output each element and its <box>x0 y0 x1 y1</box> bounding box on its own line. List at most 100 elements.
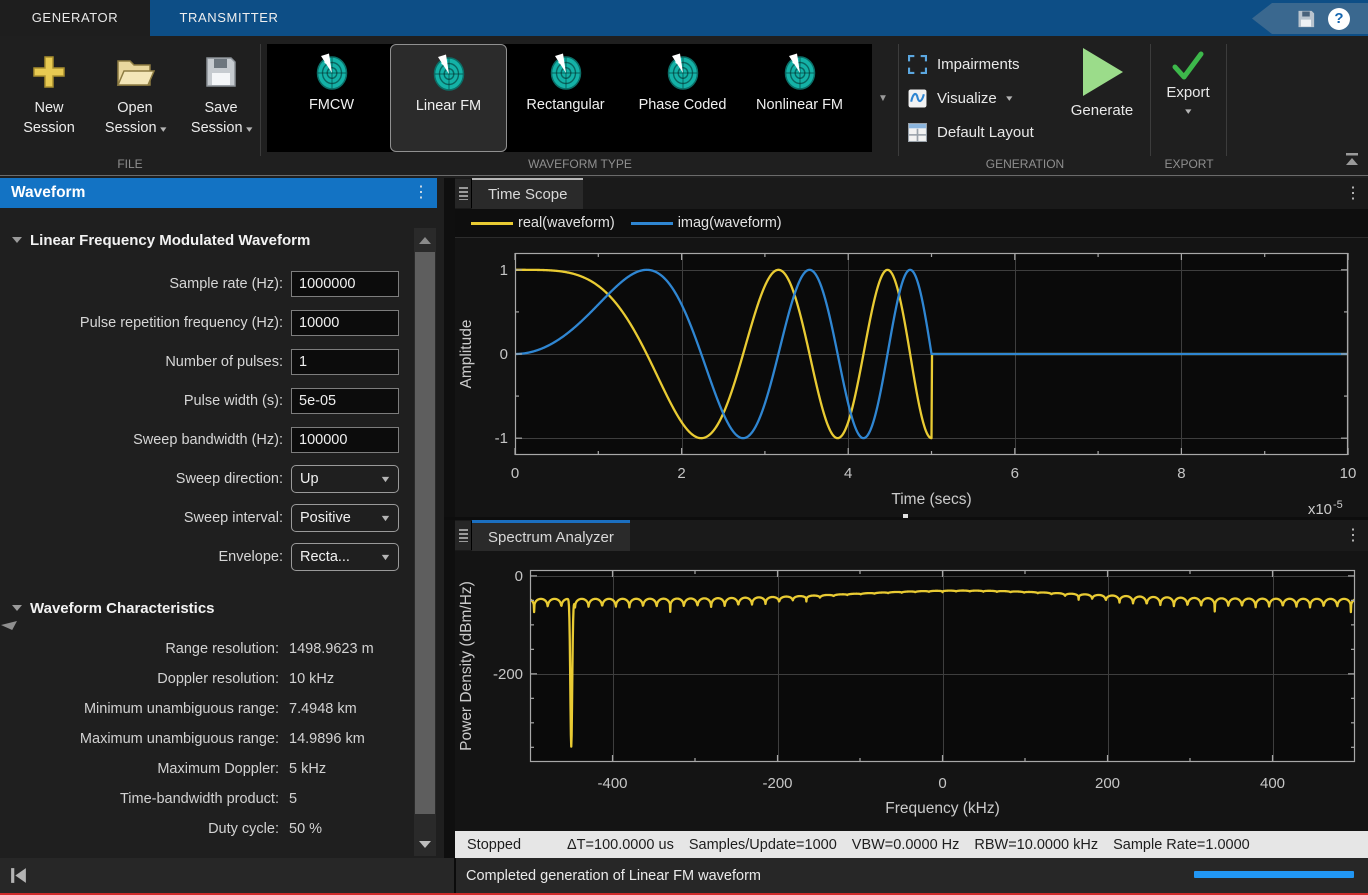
characteristic-row: Range resolution: 1498.9623 m <box>0 634 414 664</box>
characteristic-value: 10 kHz <box>289 671 334 687</box>
characteristic-label: Maximum unambiguous range: <box>0 731 279 747</box>
form-row: Sweep interval: Positive▼ <box>0 498 414 537</box>
parameter-form: Sample rate (Hz):Pulse repetition freque… <box>0 264 414 576</box>
collapse-ribbon-button[interactable] <box>1344 152 1360 172</box>
tab-generator[interactable]: GENERATOR <box>0 0 150 36</box>
radar-icon <box>431 54 467 92</box>
tab-spectrum-analyzer[interactable]: Spectrum Analyzer <box>472 520 630 551</box>
button-label: Save <box>178 98 264 118</box>
characteristic-row: Maximum Doppler:5 kHz <box>0 754 414 784</box>
drag-grip-icon[interactable] <box>455 521 472 550</box>
lfm-section-header[interactable]: Linear Frequency Modulated Waveform <box>12 228 414 252</box>
legend-swatch <box>471 222 513 225</box>
characteristic-value: 5 <box>289 791 297 807</box>
tab-time-scope[interactable]: Time Scope <box>472 178 583 209</box>
characteristics-list: Range resolution: 1498.9623 m Doppler reso… <box>0 634 414 844</box>
parameter-input[interactable] <box>291 310 399 336</box>
status-message: Completed generation of Linear FM wavefo… <box>466 868 761 884</box>
characteristic-row: Time-bandwidth product: 5 <box>0 784 414 814</box>
time-scope-plot[interactable] <box>455 238 1368 517</box>
panel-scrollbar[interactable] <box>414 228 436 856</box>
drag-grip-icon[interactable] <box>455 179 472 208</box>
waveform-type-phase-coded[interactable]: Phase Coded <box>624 44 741 152</box>
button-label: Session ▾ <box>178 118 264 139</box>
spectrum-status-item: ΔT=100.0000 us <box>567 837 674 853</box>
panel-title: Waveform <box>11 178 85 208</box>
button-label: Visualize <box>937 90 997 107</box>
characteristic-label: Doppler resolution: <box>0 671 279 687</box>
waveform-type-gallery: FMCW Linear FM Rectangular <box>267 44 872 152</box>
ribbon: New Session Open Session ▾ <box>0 36 1368 176</box>
section-divider <box>1226 44 1227 156</box>
skip-to-start-icon[interactable] <box>9 866 28 885</box>
characteristic-label: Range resolution: <box>0 641 279 657</box>
parameter-dropdown[interactable]: Positive▼ <box>291 504 399 532</box>
impairments-button[interactable]: Impairments <box>908 50 1020 78</box>
tab-transmitter[interactable]: TRANSMITTER <box>150 0 308 36</box>
play-icon <box>1079 46 1125 98</box>
characteristic-value: 1498.9623 m <box>289 641 374 657</box>
waveform-panel: Waveform ⋮ Linear Frequency Modulated Wa… <box>0 178 444 858</box>
characteristic-row: Maximum unambiguous range: 14.9896 km <box>0 724 414 754</box>
button-label: Session <box>6 118 92 138</box>
waveform-type-fmcw[interactable]: FMCW <box>273 44 390 152</box>
tile-label: Rectangular <box>507 95 624 116</box>
quick-access-toolbar: ? <box>1252 3 1368 34</box>
panel-menu-icon[interactable]: ⋮ <box>413 178 429 208</box>
chevron-down-icon[interactable]: ▾ <box>1185 106 1191 117</box>
spectrum-plot[interactable] <box>455 551 1368 831</box>
radar-icon <box>548 53 584 91</box>
characteristic-value: 5 kHz <box>289 761 326 777</box>
scroll-up-button[interactable] <box>414 228 436 252</box>
help-button[interactable]: ? <box>1328 8 1350 30</box>
field-label: Sweep direction: <box>0 471 283 487</box>
characteristic-row: Duty cycle:50 % <box>0 814 414 844</box>
parameter-dropdown[interactable]: Recta...▼ <box>291 543 399 571</box>
characteristic-label: Duty cycle: <box>0 821 279 837</box>
waveform-type-rectangular[interactable]: Rectangular <box>507 44 624 152</box>
save-icon[interactable] <box>1296 9 1316 29</box>
time-scope-legend: real(waveform) imag(waveform) <box>455 209 1368 238</box>
scrollbar-thumb[interactable] <box>415 252 435 814</box>
characteristic-label: Minimum unambiguous range: <box>0 701 279 717</box>
visualize-button[interactable]: Visualize ▾ <box>908 84 1011 112</box>
export-button[interactable]: Export ▾ <box>1152 50 1224 118</box>
open-session-button[interactable]: Open Session ▾ <box>92 44 178 152</box>
section-divider <box>1150 44 1151 156</box>
generate-button[interactable]: Generate <box>1062 46 1142 119</box>
parameter-input[interactable] <box>291 427 399 453</box>
characteristic-value: 14.9896 km <box>289 731 365 747</box>
app-status-bar: Completed generation of Linear FM wavefo… <box>0 858 1368 893</box>
field-label: Sweep interval: <box>0 510 283 526</box>
waveform-type-nonlinear-fm[interactable]: Nonlinear FM <box>741 44 858 152</box>
parameter-input[interactable] <box>291 271 399 297</box>
parameter-input[interactable] <box>291 349 399 375</box>
tile-label: Linear FM <box>391 96 506 117</box>
characteristic-value: 7.4948 km <box>289 701 357 717</box>
tile-label: Nonlinear FM <box>741 95 858 116</box>
chevron-down-icon[interactable]: ▾ <box>246 119 252 139</box>
chevron-down-icon[interactable]: ▾ <box>160 119 166 139</box>
new-session-button[interactable]: New Session <box>6 44 92 152</box>
scroll-down-button[interactable] <box>414 832 436 856</box>
legend-label: real(waveform) <box>518 215 615 231</box>
parameter-input[interactable] <box>291 388 399 414</box>
plus-icon <box>6 50 92 94</box>
form-row: Sweep bandwidth (Hz): <box>0 420 414 459</box>
progress-bar <box>1194 871 1354 878</box>
legend-label: imag(waveform) <box>678 215 782 231</box>
button-label: Default Layout <box>937 124 1034 141</box>
parameter-dropdown[interactable]: Up▼ <box>291 465 399 493</box>
gallery-expand-button[interactable]: ▼ <box>874 44 892 152</box>
default-layout-button[interactable]: Default Layout <box>908 118 1034 146</box>
characteristics-section-header[interactable]: Waveform Characteristics <box>12 596 414 620</box>
radar-waveform-generator-app: GENERATOR TRANSMITTER ? New Session <box>0 0 1368 895</box>
button-label: Impairments <box>937 56 1020 73</box>
characteristic-label: Time-bandwidth product: <box>0 791 279 807</box>
waveform-type-linear-fm[interactable]: Linear FM <box>390 44 507 152</box>
spectrum-menu-icon[interactable]: ⋮ <box>1345 520 1361 551</box>
button-label: Session ▾ <box>92 118 178 139</box>
save-session-button[interactable]: Save Session ▾ <box>178 44 264 152</box>
dropdown-value: Up <box>300 471 381 487</box>
time-scope-menu-icon[interactable]: ⋮ <box>1345 178 1361 209</box>
